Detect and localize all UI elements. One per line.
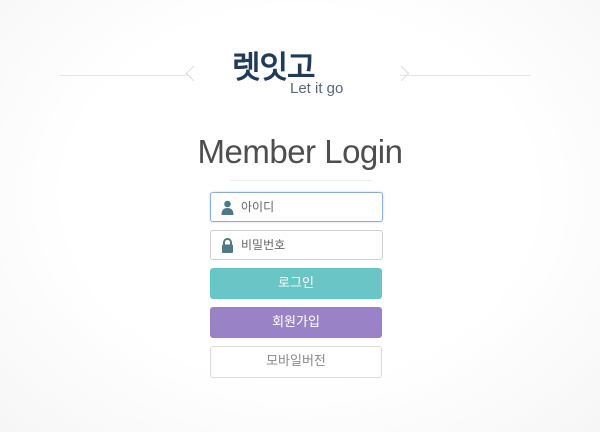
login-page: 렛잇고 Let it go Member Login 로그인 회원가입 모바일버…: [0, 0, 600, 432]
lock-icon: [222, 238, 233, 253]
user-icon: [221, 200, 234, 215]
login-button[interactable]: 로그인: [210, 268, 382, 299]
id-field: [210, 192, 383, 222]
mobile-version-button[interactable]: 모바일버전: [210, 346, 382, 378]
decorative-line-left: [60, 75, 188, 76]
join-button[interactable]: 회원가입: [210, 307, 382, 338]
logo-english-text: Let it go: [290, 80, 344, 97]
decorative-line-right: [400, 75, 530, 76]
logo: 렛잇고 Let it go: [232, 50, 372, 100]
title-divider: [230, 180, 372, 181]
chevron-right-icon: [393, 65, 410, 82]
password-field: [210, 230, 383, 260]
id-input[interactable]: [241, 193, 379, 221]
page-title: Member Login: [197, 133, 403, 170]
password-input[interactable]: [241, 231, 379, 259]
chevron-left-icon: [185, 65, 202, 82]
